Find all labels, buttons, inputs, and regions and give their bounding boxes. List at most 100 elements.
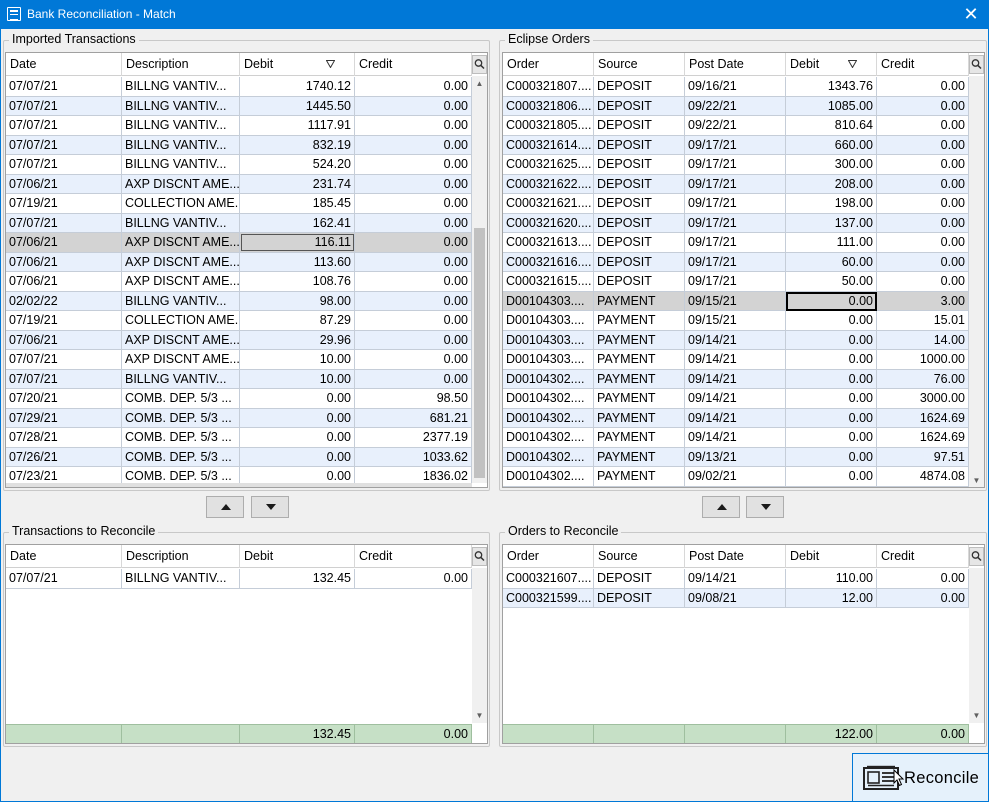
table-cell[interactable]: AXP DISCNT AME... [122, 330, 240, 350]
table-row[interactable]: 07/19/21 COLLECTION AME... 185.45 0.00 [6, 194, 472, 214]
column-header-debit[interactable]: Debit [240, 545, 355, 568]
table-cell[interactable]: 09/02/21 [685, 467, 786, 486]
table-row[interactable]: 07/07/21 BILLNG VANTIV... 832.19 0.00 [6, 135, 472, 155]
table-cell[interactable]: 0.00 [877, 96, 969, 116]
table-cell[interactable]: 98.00 [240, 291, 355, 311]
table-cell[interactable]: COLLECTION AME... [122, 311, 240, 330]
table-cell[interactable]: 97.51 [877, 447, 969, 467]
eclipse-orders-grid[interactable]: Order Source Post Date Debit Credit C000… [502, 52, 985, 488]
table-cell[interactable]: 09/14/21 [685, 330, 786, 350]
table-row[interactable]: 07/07/21 BILLNG VANTIV... 162.41 0.00 [6, 213, 472, 233]
table-cell[interactable]: BILLNG VANTIV... [122, 213, 240, 233]
table-cell[interactable]: 07/07/21 [6, 350, 122, 369]
table-cell[interactable]: 0.00 [786, 408, 877, 428]
table-cell[interactable]: DEPOSIT [594, 116, 685, 135]
table-cell[interactable]: 14.00 [877, 330, 969, 350]
table-cell[interactable]: C000321620.... [503, 213, 594, 233]
table-cell[interactable]: 09/14/21 [685, 389, 786, 408]
column-header-source[interactable]: Source [594, 545, 685, 568]
vertical-scrollbar[interactable]: ▼ [969, 568, 984, 723]
table-row[interactable]: C000321616.... DEPOSIT 09/17/21 60.00 0.00 [503, 252, 969, 272]
table-row[interactable]: D00104303.... PAYMENT 09/14/21 0.00 14.00 [503, 330, 969, 350]
table-cell[interactable]: 76.00 [877, 369, 969, 389]
table-cell[interactable]: 12.00 [786, 588, 877, 608]
column-header-credit[interactable]: Credit [355, 53, 472, 76]
table-row[interactable]: 07/06/21 AXP DISCNT AME... 29.96 0.00 [6, 330, 472, 350]
table-row[interactable]: D00104302.... PAYMENT 09/14/21 0.00 1624.69 [503, 408, 969, 428]
table-row[interactable]: C000321615.... DEPOSIT 09/17/21 50.00 0.00 [503, 272, 969, 292]
column-header-post-date[interactable]: Post Date [685, 545, 786, 568]
table-row[interactable]: 07/29/21 COMB. DEP. 5/3 ... 0.00 681.21 [6, 408, 472, 428]
table-cell[interactable]: C000321614.... [503, 135, 594, 155]
grid-search-button[interactable] [969, 55, 984, 74]
table-cell[interactable]: 0.00 [786, 389, 877, 408]
table-cell[interactable]: 810.64 [786, 116, 877, 135]
table-row[interactable]: C000321607.... DEPOSIT 09/14/21 110.00 0.00 [503, 569, 969, 589]
table-row[interactable]: D00104303.... PAYMENT 09/15/21 0.00 15.01 [503, 311, 969, 331]
table-row[interactable]: C000321620.... DEPOSIT 09/17/21 137.00 0.00 [503, 213, 969, 233]
table-cell[interactable]: 0.00 [877, 174, 969, 194]
table-cell[interactable]: D00104303.... [503, 311, 594, 330]
table-cell[interactable]: 07/06/21 [6, 272, 122, 291]
table-cell[interactable]: D00104302.... [503, 369, 594, 389]
table-cell[interactable]: 09/17/21 [685, 213, 786, 233]
table-cell[interactable]: 10.00 [240, 350, 355, 369]
horizontal-scrollbar[interactable] [6, 483, 472, 487]
table-cell[interactable]: 0.00 [786, 350, 877, 369]
table-cell[interactable]: 1445.50 [240, 96, 355, 116]
table-cell[interactable]: 0.00 [877, 135, 969, 155]
table-cell[interactable]: 07/29/21 [6, 408, 122, 428]
table-cell[interactable]: 09/14/21 [685, 569, 786, 588]
table-cell[interactable]: AXP DISCNT AME... [122, 252, 240, 272]
table-cell[interactable]: DEPOSIT [594, 96, 685, 116]
table-cell[interactable]: 108.76 [240, 272, 355, 291]
table-cell[interactable]: C000321615.... [503, 272, 594, 291]
table-cell[interactable]: C000321599.... [503, 588, 594, 608]
table-cell[interactable]: BILLNG VANTIV... [122, 291, 240, 311]
table-row[interactable]: D00104302.... PAYMENT 09/14/21 0.00 76.00 [503, 369, 969, 389]
table-row[interactable]: C000321625.... DEPOSIT 09/17/21 300.00 0.00 [503, 155, 969, 175]
table-cell[interactable]: 1033.62 [355, 447, 472, 467]
table-cell[interactable]: 07/07/21 [6, 96, 122, 116]
table-cell[interactable]: 07/06/21 [6, 174, 122, 194]
column-header-order[interactable]: Order [503, 545, 594, 568]
column-header-credit[interactable]: Credit [355, 545, 472, 568]
table-row[interactable]: 07/20/21 COMB. DEP. 5/3 ... 0.00 98.50 [6, 389, 472, 409]
table-cell[interactable]: 116.11 [240, 233, 355, 252]
table-cell[interactable]: DEPOSIT [594, 233, 685, 252]
table-cell[interactable]: 50.00 [786, 272, 877, 291]
table-cell[interactable]: 0.00 [240, 428, 355, 447]
table-cell[interactable]: 0.00 [355, 174, 472, 194]
table-cell[interactable]: PAYMENT [594, 447, 685, 467]
table-row[interactable]: D00104302.... PAYMENT 09/13/21 0.00 97.51 [503, 447, 969, 467]
scroll-down-icon[interactable]: ▼ [472, 708, 487, 723]
table-cell[interactable]: D00104303.... [503, 330, 594, 350]
table-cell[interactable]: 09/13/21 [685, 447, 786, 467]
table-cell[interactable]: 0.00 [877, 155, 969, 174]
table-cell[interactable]: BILLNG VANTIV... [122, 155, 240, 174]
vertical-scrollbar[interactable]: ▼ [472, 568, 487, 723]
table-cell[interactable]: 0.00 [877, 116, 969, 135]
table-cell[interactable]: PAYMENT [594, 467, 685, 486]
column-header-date[interactable]: Date [6, 545, 122, 568]
table-cell[interactable]: 07/28/21 [6, 428, 122, 447]
table-cell[interactable]: 07/06/21 [6, 233, 122, 252]
table-cell[interactable]: 1085.00 [786, 96, 877, 116]
vertical-scrollbar[interactable]: ▲ [472, 76, 487, 483]
table-cell[interactable]: 185.45 [240, 194, 355, 213]
table-cell[interactable]: 0.00 [786, 330, 877, 350]
table-cell[interactable]: C000321622.... [503, 174, 594, 194]
table-cell[interactable]: 07/07/21 [6, 155, 122, 174]
table-cell[interactable]: DEPOSIT [594, 77, 685, 96]
table-cell[interactable]: 09/17/21 [685, 155, 786, 174]
table-cell[interactable]: C000321805.... [503, 116, 594, 135]
table-cell[interactable]: 07/06/21 [6, 330, 122, 350]
transactions-to-reconcile-grid[interactable]: Date Description Debit Credit 07/07/21 BI… [5, 544, 488, 744]
table-cell[interactable]: C000321807.... [503, 77, 594, 96]
table-cell[interactable]: 02/02/22 [6, 291, 122, 311]
imported-transactions-grid[interactable]: Date Description Debit Credit 07/07/21 BI… [5, 52, 488, 488]
table-cell[interactable]: 0.00 [877, 233, 969, 252]
table-cell[interactable]: DEPOSIT [594, 135, 685, 155]
table-cell[interactable]: 0.00 [355, 291, 472, 311]
table-cell[interactable]: PAYMENT [594, 369, 685, 389]
